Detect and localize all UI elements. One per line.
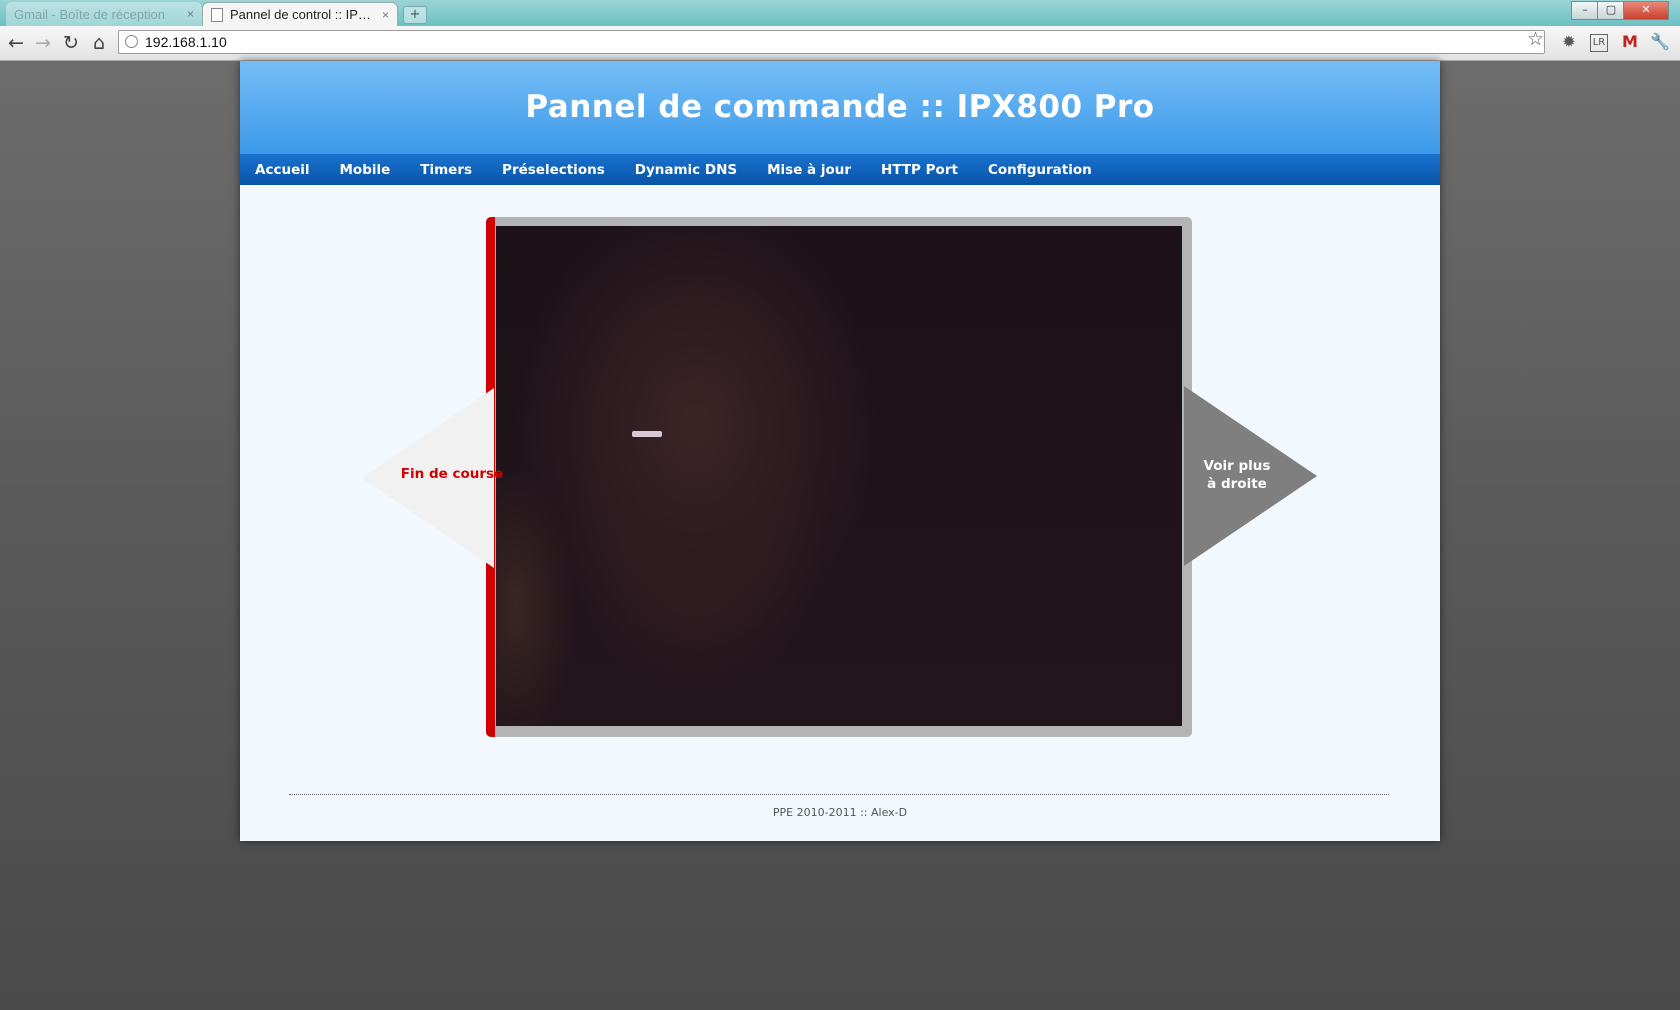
maximize-button[interactable]: ▢ <box>1597 1 1625 20</box>
address-bar[interactable]: 192.168.1.10 <box>118 30 1545 54</box>
reload-icon[interactable]: ↻ <box>59 31 83 55</box>
home-icon[interactable]: ⌂ <box>87 31 111 55</box>
back-icon[interactable]: ← <box>4 31 28 55</box>
main-menu: Accueil Mobile Timers Préselections Dyna… <box>240 154 1440 185</box>
camera-feed <box>496 226 1182 726</box>
menu-item-http-port[interactable]: HTTP Port <box>881 162 958 178</box>
tab-inactive[interactable]: Gmail - Boîte de réception × <box>6 2 202 26</box>
pan-left-label: Fin de course <box>400 466 504 482</box>
tab-close-icon[interactable]: × <box>187 7 194 21</box>
tab-close-icon[interactable]: × <box>382 8 389 22</box>
pan-right-label-line2: à droite <box>1207 476 1267 492</box>
footer-divider <box>289 794 1389 795</box>
menu-item-dynamic-dns[interactable]: Dynamic DNS <box>635 162 737 178</box>
tab-active[interactable]: Pannel de control :: IPX80... × <box>202 2 398 26</box>
browser-titlebar: Gmail - Boîte de réception × Pannel de c… <box>0 0 1680 26</box>
page-icon <box>211 7 223 22</box>
gmail-icon[interactable]: M <box>1620 32 1640 52</box>
globe-icon <box>125 35 138 48</box>
lastpass-icon[interactable]: LR <box>1590 34 1608 52</box>
menu-item-accueil[interactable]: Accueil <box>255 162 309 178</box>
site-header: Pannel de commande :: IPX800 Pro <box>240 61 1440 154</box>
page-container: Pannel de commande :: IPX800 Pro Accueil… <box>240 61 1440 841</box>
menu-item-configuration[interactable]: Configuration <box>988 162 1092 178</box>
camera-glint <box>632 431 662 437</box>
new-tab-button[interactable]: + <box>403 6 427 24</box>
tab-title: Gmail - Boîte de réception <box>14 6 166 22</box>
forward-icon[interactable]: → <box>31 31 55 55</box>
browser-toolbar: ← → ↻ ⌂ 192.168.1.10 ☆ ✹ LR M 🔧 <box>0 26 1680 61</box>
tab-title: Pannel de control :: IPX80... <box>230 7 378 22</box>
menu-item-mise-a-jour[interactable]: Mise à jour <box>767 162 851 178</box>
page-title: Pannel de commande :: IPX800 Pro <box>525 89 1155 125</box>
bookmark-star-icon[interactable]: ☆ <box>1527 28 1544 50</box>
minimize-button[interactable]: – <box>1571 1 1599 20</box>
menu-item-timers[interactable]: Timers <box>420 162 472 178</box>
gear-icon[interactable]: ✹ <box>1559 32 1579 52</box>
pan-right-label: Voir plus à droite <box>1192 457 1282 493</box>
menu-item-preselections[interactable]: Préselections <box>502 162 605 178</box>
close-window-button[interactable]: ✕ <box>1623 1 1669 20</box>
pan-right-label-line1: Voir plus <box>1203 458 1271 474</box>
menu-item-mobile[interactable]: Mobile <box>339 162 390 178</box>
wrench-icon[interactable]: 🔧 <box>1650 32 1670 52</box>
footer-credits: PPE 2010-2011 :: Alex-D <box>772 806 908 819</box>
address-text: 192.168.1.10 <box>145 34 227 50</box>
